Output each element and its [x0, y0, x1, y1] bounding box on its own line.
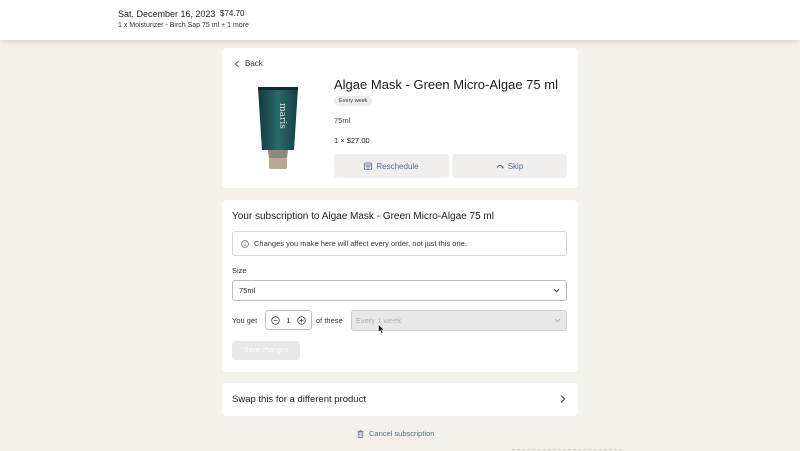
chevron-left-icon	[234, 60, 239, 67]
save-changes-button[interactable]: Save changes	[232, 341, 300, 360]
back-label: Back	[245, 59, 263, 68]
skip-arc-icon	[496, 165, 504, 169]
chevron-down-icon	[554, 318, 561, 323]
trash-icon	[357, 429, 364, 438]
subscription-heading: Your subscription to Algae Mask - Green …	[232, 211, 494, 222]
product-volume: 75ml	[334, 116, 351, 125]
brand-text: maris	[277, 103, 287, 129]
cancel-subscription-link[interactable]: Cancel subscription	[357, 429, 434, 438]
order-items-summary: 1 x Moisturizer - Birch Sap 75 ml + 1 mo…	[118, 22, 249, 29]
order-date: Sat, December 16, 2023	[118, 9, 216, 19]
divider	[512, 449, 622, 450]
swap-product-row[interactable]: Swap this for a different product	[222, 383, 578, 416]
of-these-label: of these	[316, 316, 343, 325]
swap-label: Swap this for a different product	[232, 394, 366, 405]
changes-notice: Changes you make here will affect every …	[232, 231, 567, 256]
quantity-price: 1 × $27.00	[334, 136, 370, 145]
skip-button[interactable]: Skip	[452, 154, 567, 178]
back-button[interactable]: Back	[234, 59, 263, 68]
frequency-badge: Every week	[334, 96, 373, 106]
info-circle-icon	[241, 239, 249, 248]
size-select[interactable]: 75ml	[232, 280, 567, 301]
reschedule-button[interactable]: Reschedule	[334, 154, 449, 178]
quantity-stepper: 1	[265, 310, 312, 330]
subscription-card: Your subscription to Algae Mask - Green …	[222, 200, 578, 372]
you-get-label: You get	[232, 316, 258, 325]
chevron-right-icon	[560, 395, 566, 403]
skip-label: Skip	[507, 161, 524, 171]
order-summary-bar: Sat, December 16, 2023 $74.70 1 x Moistu…	[0, 0, 800, 40]
product-image: maris	[258, 87, 298, 169]
product-title: Algae Mask - Green Micro-Algae 75 ml	[334, 77, 558, 92]
cancel-label: Cancel subscription	[369, 429, 435, 438]
notice-text: Changes you make here will affect every …	[254, 239, 467, 248]
size-value: 75ml	[239, 286, 256, 295]
reschedule-label: Reschedule	[376, 161, 419, 171]
order-total: $74.70	[220, 9, 245, 18]
plus-circle-icon[interactable]	[297, 316, 306, 325]
product-card: Back maris Algae Mask - Green Micro-Alga…	[222, 48, 578, 188]
size-label: Size	[232, 266, 247, 275]
chevron-down-icon	[553, 288, 560, 293]
calendar-icon	[364, 162, 373, 170]
mouse-cursor-icon	[378, 324, 384, 334]
